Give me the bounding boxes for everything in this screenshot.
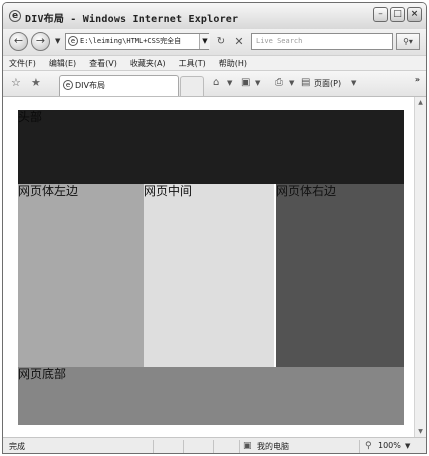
refresh-icon: ↻	[216, 36, 226, 47]
search-input[interactable]: Live Search	[251, 33, 393, 50]
maximize-button[interactable]: □	[390, 7, 405, 22]
stop-button[interactable]: ✕	[231, 34, 247, 49]
window-title: DIV布局 - Windows Internet Explorer	[25, 14, 239, 25]
add-favorite-icon[interactable]: ★	[31, 76, 41, 89]
tab-bar: ☆ ★ e DIV布局 ⌂ ▼ ▣ ▼ ⎙ ▼ ▤ 页面(P) ▼ »	[3, 71, 426, 97]
print-dropdown-icon[interactable]: ▼	[289, 79, 294, 87]
browser-window: e DIV布局 - Windows Internet Explorer – □ …	[2, 2, 427, 454]
menu-file[interactable]: 文件(F)	[9, 56, 36, 70]
menu-favorites[interactable]: 收藏夹(A)	[130, 56, 166, 70]
refresh-button[interactable]: ↻	[213, 34, 229, 49]
body-left-block: 网页体左边	[18, 184, 144, 367]
zoom-level[interactable]: 100%	[378, 441, 401, 450]
page-menu-icon[interactable]: ▤	[301, 77, 310, 88]
arrow-left-icon: ←	[13, 34, 24, 47]
home-icon[interactable]: ⌂	[213, 77, 219, 88]
chevron-more-icon[interactable]: »	[415, 75, 420, 84]
page-icon: e	[68, 36, 78, 46]
page-body-row: 网页体左边 网页中间 网页体右边	[18, 184, 404, 367]
status-divider	[213, 440, 214, 453]
minimize-button[interactable]: –	[373, 7, 388, 22]
menu-help[interactable]: 帮助(H)	[219, 56, 247, 70]
menu-tools[interactable]: 工具(T)	[179, 56, 206, 70]
page-menu-label[interactable]: 页面(P)	[314, 78, 341, 89]
feeds-icon[interactable]: ▣	[241, 77, 250, 88]
address-dropdown-icon[interactable]: ▼	[199, 34, 210, 49]
computer-icon: ▣	[243, 441, 252, 451]
page-header-block: 头部	[18, 110, 404, 184]
status-divider	[239, 440, 240, 453]
page-icon: e	[63, 80, 73, 90]
history-dropdown-icon[interactable]: ▼	[55, 37, 60, 45]
body-center-block: 网页中间	[144, 184, 274, 367]
stop-icon: ✕	[234, 35, 244, 48]
page-footer-block: 网页底部	[18, 367, 404, 425]
arrow-right-icon: →	[35, 34, 46, 47]
status-divider	[153, 440, 154, 453]
scroll-up-icon[interactable]: ▲	[415, 97, 426, 108]
feeds-dropdown-icon[interactable]: ▼	[255, 79, 260, 87]
left-label: 网页体左边	[18, 184, 79, 198]
status-bar: 完成 ▣ 我的电脑 ⚲ 100% ▼	[3, 437, 426, 453]
address-input[interactable]: e E:\leiming\HTML+CSS完全自	[65, 33, 209, 50]
body-right-block: 网页体右边	[274, 184, 404, 367]
security-zone[interactable]: 我的电脑	[257, 441, 289, 452]
print-icon[interactable]: ⎙	[275, 77, 283, 88]
status-divider	[359, 440, 360, 453]
status-divider	[183, 440, 184, 453]
menu-edit[interactable]: 编辑(E)	[49, 56, 76, 70]
address-text: E:\leiming\HTML+CSS完全自	[80, 37, 182, 45]
address-bar: ← → ▼ e E:\leiming\HTML+CSS完全自 ▼ ↻ ✕ Liv…	[3, 29, 426, 55]
tab-div-layout[interactable]: e DIV布局	[59, 75, 179, 96]
vertical-scrollbar[interactable]: ▲ ▼	[414, 97, 426, 437]
menu-bar: 文件(F) 编辑(E) 查看(V) 收藏夹(A) 工具(T) 帮助(H)	[3, 55, 426, 71]
status-text: 完成	[9, 442, 25, 451]
center-label: 网页中间	[144, 184, 193, 198]
header-label: 头部	[18, 110, 43, 124]
window-controls: – □ ×	[373, 7, 422, 22]
close-button[interactable]: ×	[407, 7, 422, 22]
zoom-icon: ⚲	[365, 441, 372, 451]
ie-logo-icon: e	[9, 10, 21, 22]
footer-label: 网页底部	[18, 367, 67, 381]
search-button[interactable]: ⚲▾	[396, 33, 420, 50]
search-icon: ⚲▾	[403, 37, 413, 46]
page-dropdown-icon[interactable]: ▼	[351, 79, 356, 87]
right-label: 网页体右边	[276, 184, 337, 198]
page-viewport: 头部 网页体左边 网页中间 网页体右边 网页底部	[3, 97, 414, 437]
new-tab-button[interactable]	[180, 76, 204, 96]
scroll-down-icon[interactable]: ▼	[415, 426, 426, 437]
star-icon[interactable]: ☆	[11, 76, 21, 89]
forward-button[interactable]: →	[31, 32, 50, 51]
div-layout: 头部 网页体左边 网页中间 网页体右边 网页底部	[18, 110, 404, 425]
tab-label: DIV布局	[75, 81, 105, 90]
zoom-dropdown-icon[interactable]: ▼	[405, 442, 410, 450]
back-button[interactable]: ←	[9, 32, 28, 51]
menu-view[interactable]: 查看(V)	[89, 56, 117, 70]
home-dropdown-icon[interactable]: ▼	[227, 79, 232, 87]
title-bar: e DIV布局 - Windows Internet Explorer – □ …	[3, 3, 426, 30]
